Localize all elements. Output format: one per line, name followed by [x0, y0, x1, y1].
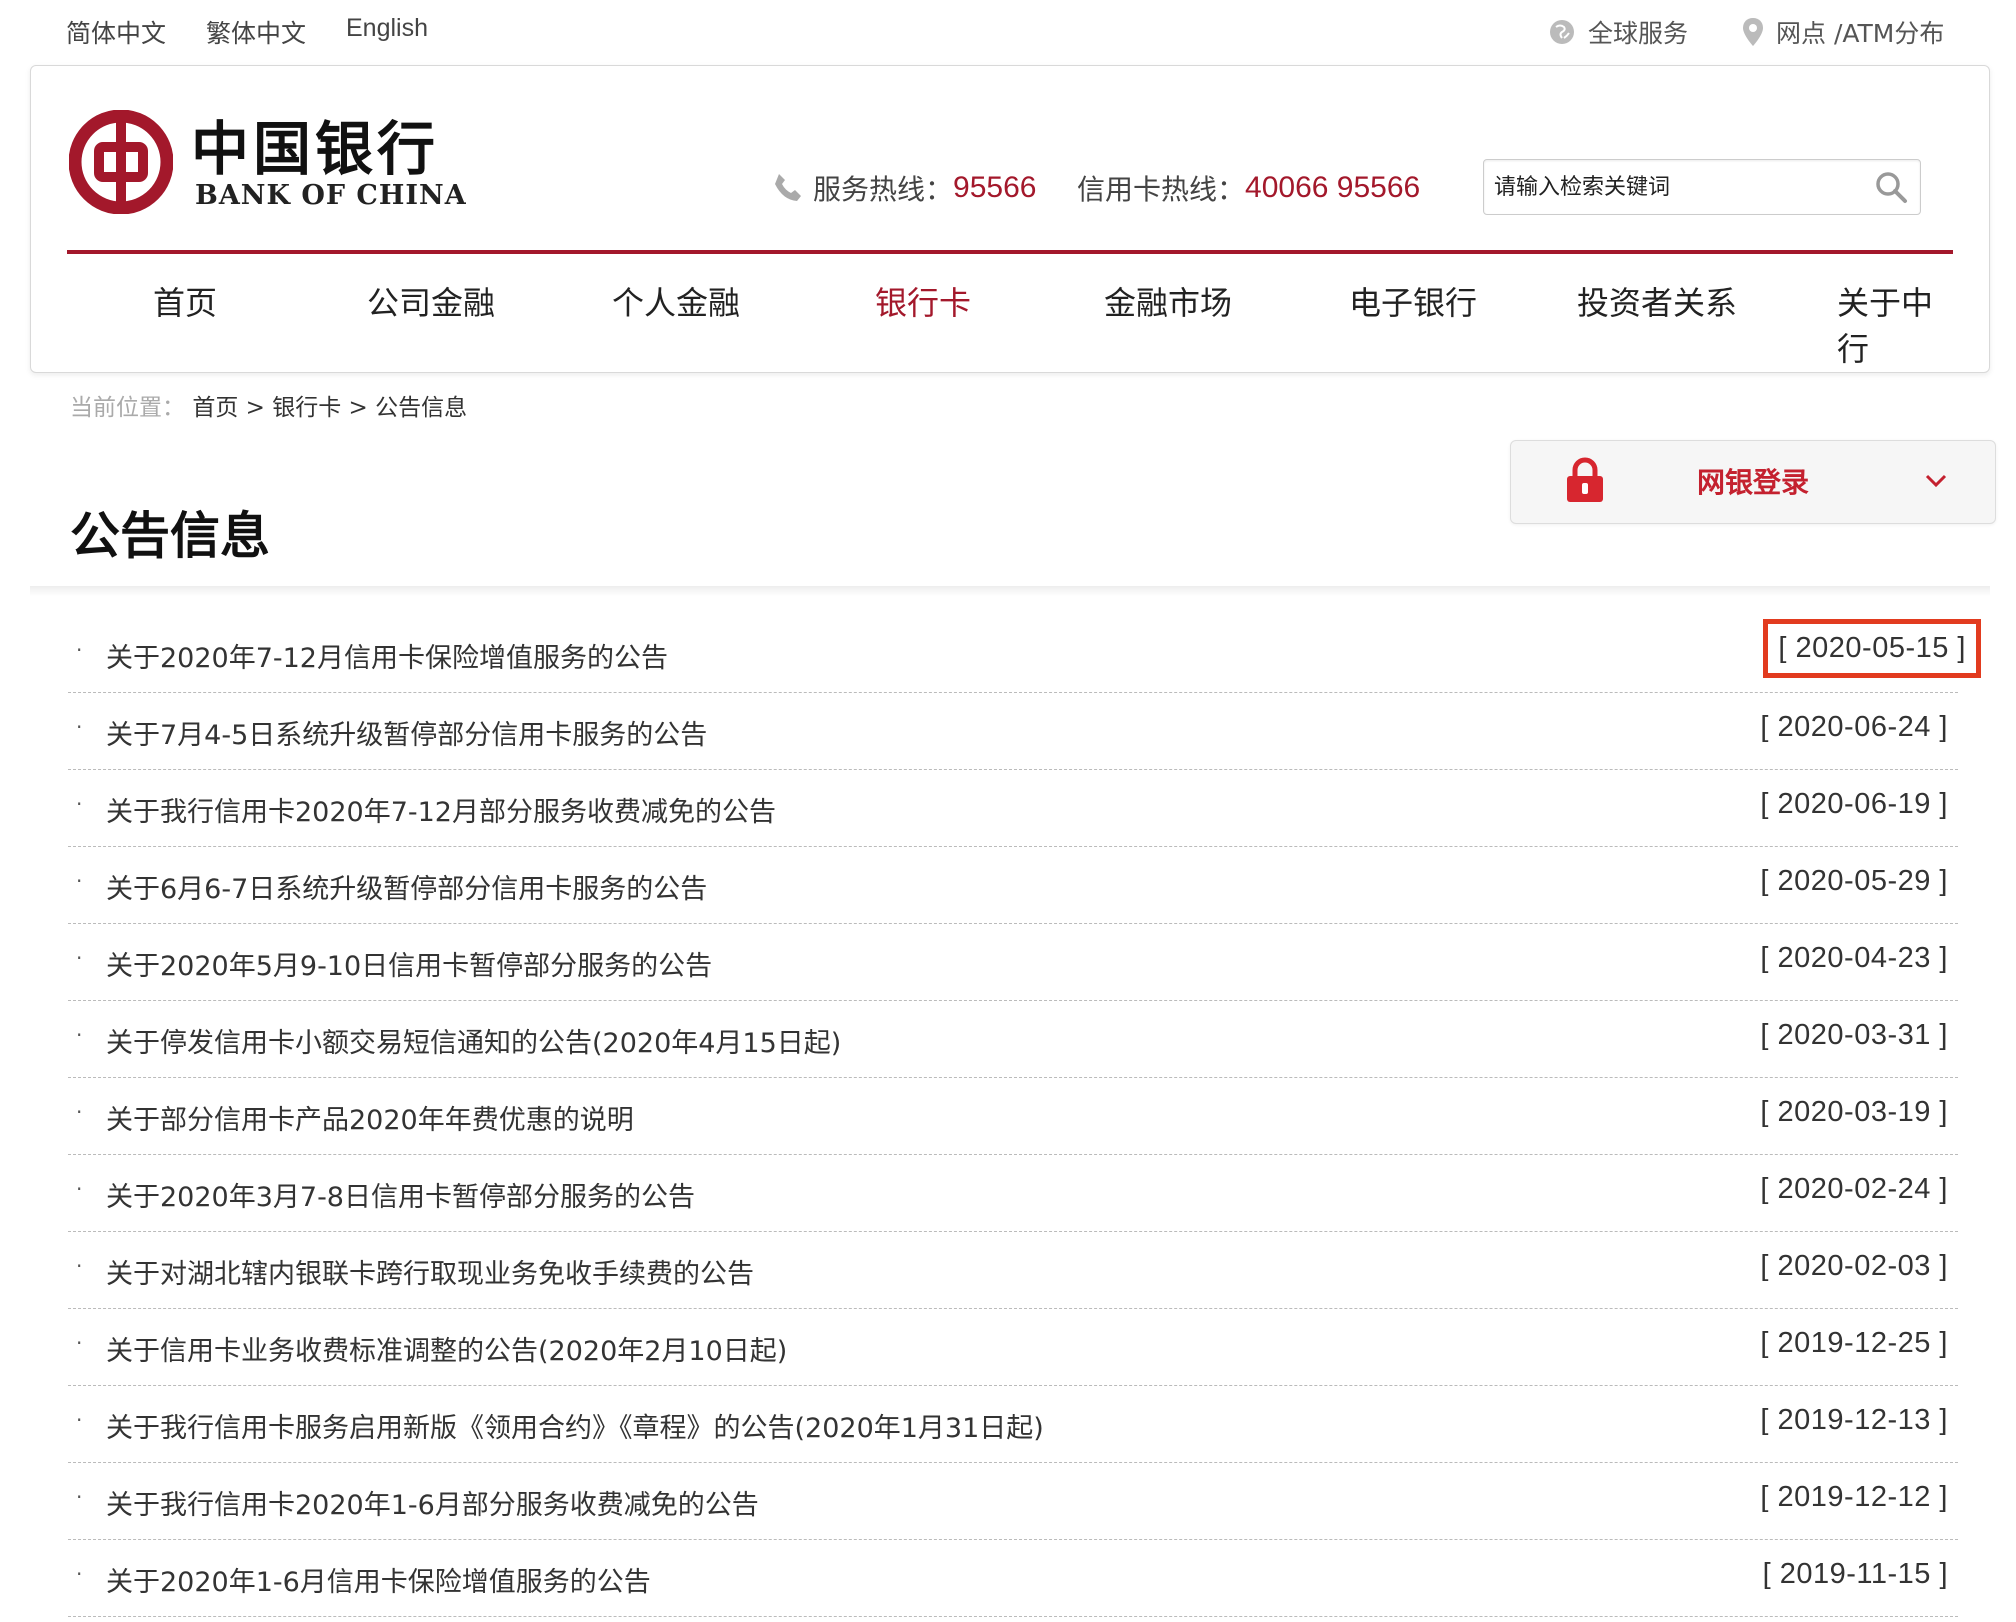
- announcement-date: [ 2020-02-24 ]: [1760, 1173, 1948, 1205]
- bullet-icon: ·: [76, 1331, 83, 1355]
- phone-icon: [775, 174, 801, 201]
- atm-locator-link[interactable]: 网点 /ATM分布: [1742, 14, 1944, 50]
- announcement-title[interactable]: 关于2020年1-6月信用卡保险增值服务的公告: [106, 1560, 651, 1599]
- announcement-row[interactable]: · 关于对湖北辖内银联卡跨行取现业务免收手续费的公告 [ 2020-02-03 ]: [68, 1232, 1958, 1309]
- announcement-date: [ 2020-06-24 ]: [1760, 711, 1948, 743]
- global-service-link[interactable]: 全球服务: [1548, 14, 1688, 50]
- announcement-row[interactable]: · 关于2020年5月9-10日信用卡暂停部分服务的公告 [ 2020-04-23 …: [68, 924, 1958, 1001]
- announcement-title[interactable]: 关于2020年7-12月信用卡保险增值服务的公告: [106, 636, 668, 675]
- announcement-date: [ 2020-05-15 ]: [1763, 619, 1981, 678]
- logo-english-text: BANK OF CHINA: [195, 180, 467, 211]
- search-icon[interactable]: [1874, 170, 1908, 204]
- announcement-date: [ 2019-12-25 ]: [1760, 1327, 1948, 1359]
- online-banking-login-button[interactable]: 网银登录: [1510, 440, 1996, 524]
- announcement-title[interactable]: 关于对湖北辖内银联卡跨行取现业务免收手续费的公告: [106, 1252, 754, 1291]
- nav-bank-card[interactable]: 银行卡: [875, 278, 971, 324]
- lock-icon: [1567, 457, 1603, 502]
- bullet-icon: ·: [76, 1562, 83, 1586]
- announcement-title[interactable]: 关于6月6-7日系统升级暂停部分信用卡服务的公告: [106, 867, 707, 906]
- announcement-row[interactable]: · 关于我行信用卡2020年1-6月部分服务收费减免的公告 [ 2019-12-12…: [68, 1463, 1958, 1540]
- announcement-list: · 关于2020年7-12月信用卡保险增值服务的公告[ 2020-05-15 ] ·…: [68, 616, 1981, 1617]
- breadcrumb-prefix: 当前位置：: [70, 395, 185, 421]
- announcement-title[interactable]: 关于我行信用卡服务启用新版《领用合约》《章程》的公告(2020年1月31日起): [106, 1406, 1044, 1445]
- top-utility-bar: 简体中文 繁体中文 English 全球服务 网点 /ATM分布: [0, 0, 2016, 60]
- bullet-icon: ·: [76, 1254, 83, 1278]
- global-service-label: 全球服务: [1588, 19, 1689, 48]
- announcement-date: [ 2020-04-23 ]: [1760, 942, 1948, 974]
- section-divider: [30, 586, 1990, 596]
- service-hotline: 服务热线： 95566: [771, 168, 1036, 208]
- announcement-row[interactable]: · 关于2020年7-12月信用卡保险增值服务的公告 [ 2020-05-15 ]: [68, 616, 1981, 693]
- announcement-row[interactable]: · 关于信用卡业务收费标准调整的公告(2020年2月10日起) [ 2019-12-…: [68, 1309, 1958, 1386]
- announcement-title[interactable]: 关于2020年3月7-8日信用卡暂停部分服务的公告: [106, 1175, 695, 1214]
- announcement-date: [ 2020-03-31 ]: [1760, 1019, 1948, 1051]
- atm-locator-label: 网点 /ATM分布: [1776, 19, 1945, 48]
- boc-emblem-icon: [69, 110, 173, 214]
- announcement-row[interactable]: · 关于2020年3月7-8日信用卡暂停部分服务的公告 [ 2020-02-24 ]: [68, 1155, 1958, 1232]
- bullet-icon: ·: [76, 715, 83, 739]
- credit-hotline-label: 信用卡热线：: [1077, 173, 1246, 206]
- nav-personal-banking[interactable]: 个人金融: [612, 278, 740, 324]
- nav-home[interactable]: 首页: [153, 278, 217, 324]
- service-hotline-label: 服务热线：: [813, 173, 954, 206]
- credit-hotline-number: 40066 95566: [1245, 171, 1421, 204]
- announcement-date: [ 2020-03-19 ]: [1760, 1096, 1948, 1128]
- bullet-icon: ·: [76, 1485, 83, 1509]
- announcement-title[interactable]: 关于部分信用卡产品2020年年费优惠的说明: [106, 1098, 634, 1137]
- lang-simplified-chinese[interactable]: 简体中文: [66, 14, 166, 50]
- announcement-row[interactable]: · 关于部分信用卡产品2020年年费优惠的说明 [ 2020-03-19 ]: [68, 1078, 1958, 1155]
- bullet-icon: ·: [76, 1023, 83, 1047]
- breadcrumb-path[interactable]: 首页 > 银行卡 > 公告信息: [192, 395, 467, 421]
- service-hotline-number: 95566: [953, 171, 1037, 204]
- bullet-icon: ·: [76, 1100, 83, 1124]
- announcement-row[interactable]: · 关于我行信用卡服务启用新版《领用合约》《章程》的公告(2020年1月31日起)…: [68, 1386, 1958, 1463]
- bullet-icon: ·: [76, 1408, 83, 1432]
- announcement-date: [ 2019-12-13 ]: [1760, 1404, 1948, 1436]
- online-banking-login-label: 网银登录: [1697, 466, 1810, 499]
- announcement-date: [ 2019-11-15 ]: [1762, 1558, 1948, 1590]
- logo-chinese-text: 中国银行: [191, 115, 440, 183]
- announcement-row[interactable]: · 关于2020年1-6月信用卡保险增值服务的公告 [ 2019-11-15 ]: [68, 1540, 1958, 1617]
- announcement-date: [ 2020-06-19 ]: [1760, 788, 1948, 820]
- site-header: 中国银行 BANK OF CHINA 服务热线： 95566 信用卡热线： 40…: [30, 65, 1990, 373]
- bank-logo[interactable]: 中国银行 BANK OF CHINA: [69, 106, 469, 226]
- nav-investor-relations[interactable]: 投资者关系: [1577, 278, 1737, 324]
- header-divider: [67, 250, 1953, 254]
- main-nav: 首页 公司金融 个人金融 银行卡 金融市场 电子银行 投资者关系 关于中行: [67, 266, 1953, 368]
- announcement-title[interactable]: 关于7月4-5日系统升级暂停部分信用卡服务的公告: [106, 713, 707, 752]
- search-box: [1483, 159, 1921, 215]
- announcement-row[interactable]: · 关于7月4-5日系统升级暂停部分信用卡服务的公告 [ 2020-06-24 ]: [68, 693, 1958, 770]
- announcement-title[interactable]: 关于信用卡业务收费标准调整的公告(2020年2月10日起): [106, 1329, 787, 1368]
- announcement-row[interactable]: · 关于停发信用卡小额交易短信通知的公告(2020年4月15日起) [ 2020-0…: [68, 1001, 1958, 1078]
- announcement-title[interactable]: 关于我行信用卡2020年1-6月部分服务收费减免的公告: [106, 1483, 759, 1522]
- announcement-title[interactable]: 关于2020年5月9-10日信用卡暂停部分服务的公告: [106, 944, 712, 983]
- announcement-date: [ 2020-02-03 ]: [1760, 1250, 1948, 1282]
- nav-e-banking[interactable]: 电子银行: [1349, 278, 1477, 324]
- bullet-icon: ·: [76, 1177, 83, 1201]
- lang-traditional-chinese[interactable]: 繁体中文: [206, 14, 306, 50]
- breadcrumb: 当前位置： 首页 > 银行卡 > 公告信息: [70, 388, 467, 422]
- location-pin-icon: [1743, 18, 1763, 46]
- nav-about-boc[interactable]: 关于中行: [1837, 278, 1953, 370]
- globe-icon: [1550, 20, 1574, 44]
- credit-card-hotline: 信用卡热线： 40066 95566: [1077, 168, 1420, 208]
- bullet-icon: ·: [76, 638, 83, 662]
- bullet-icon: ·: [76, 946, 83, 970]
- announcement-title[interactable]: 关于停发信用卡小额交易短信通知的公告(2020年4月15日起): [106, 1021, 841, 1060]
- nav-corporate-banking[interactable]: 公司金融: [367, 278, 495, 324]
- bullet-icon: ·: [76, 869, 83, 893]
- announcement-title[interactable]: 关于我行信用卡2020年7-12月部分服务收费减免的公告: [106, 790, 776, 829]
- announcement-date: [ 2019-12-12 ]: [1760, 1481, 1948, 1513]
- search-input[interactable]: [1492, 166, 1856, 208]
- announcement-date: [ 2020-05-29 ]: [1760, 865, 1948, 897]
- announcement-row[interactable]: · 关于6月6-7日系统升级暂停部分信用卡服务的公告 [ 2020-05-29 ]: [68, 847, 1958, 924]
- announcement-row[interactable]: · 关于我行信用卡2020年7-12月部分服务收费减免的公告 [ 2020-06-1…: [68, 770, 1958, 847]
- bullet-icon: ·: [76, 792, 83, 816]
- nav-financial-markets[interactable]: 金融市场: [1104, 278, 1232, 324]
- page-title: 公告信息: [70, 507, 270, 565]
- lang-english[interactable]: English: [346, 14, 428, 43]
- chevron-down-icon[interactable]: [1923, 467, 1949, 493]
